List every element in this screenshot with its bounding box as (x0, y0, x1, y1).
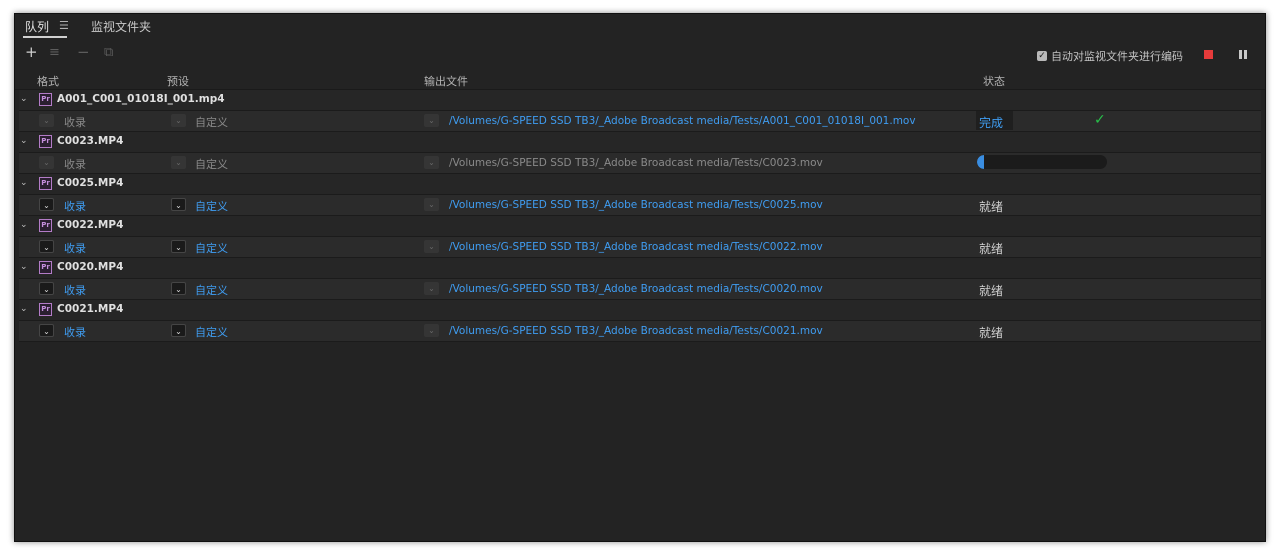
output-dropdown-icon[interactable]: ⌄ (424, 324, 439, 337)
preset-dropdown-icon[interactable]: ⌄ (171, 198, 186, 211)
output-dropdown-icon[interactable]: ⌄ (424, 156, 439, 169)
queue-panel: 队列 ☰ 监视文件夹 + ≡ − ⧉ ✓ 自动对监视文件夹进行编码 格式 预设 … (14, 13, 1266, 542)
status-label: 就绪 (979, 242, 1004, 256)
queue-toolbar: + ≡ − ⧉ ✓ 自动对监视文件夹进行编码 (15, 42, 1265, 68)
output-row[interactable]: ⌄ 收录 ⌄ 自定义 ⌄ /Volumes/G-SPEED SSD TB3/_Adobe … (19, 237, 1261, 258)
stop-queue-button[interactable] (1204, 50, 1213, 59)
source-filename: C0022.MP4 (57, 219, 124, 231)
column-header: 格式 预设 输出文件 状态 (15, 71, 1265, 90)
encoding-progress-bar (977, 155, 1107, 169)
duplicate-icon[interactable]: ⧉ (104, 45, 113, 60)
output-row[interactable]: ⌄ 收录 ⌄ 自定义 ⌄ /Volumes/G-SPEED SSD TB3/_Adobe … (19, 195, 1261, 216)
status-label: 就绪 (979, 326, 1004, 340)
output-row[interactable]: ⌄ 收录 ⌄ 自定义 ⌄ /Volumes/G-SPEED SSD TB3/_Adobe … (19, 153, 1261, 174)
format-dropdown-icon[interactable]: ⌄ (39, 324, 54, 337)
pause-queue-button[interactable] (1239, 50, 1247, 59)
premiere-file-icon: Pr (39, 303, 52, 316)
auto-encode-checkbox[interactable]: ✓ (1037, 51, 1047, 61)
tab-watch-folders[interactable]: 监视文件夹 (91, 18, 151, 35)
output-path-link[interactable]: /Volumes/G-SPEED SSD TB3/_Adobe Broadcas… (449, 325, 823, 337)
plus-icon[interactable]: + (25, 45, 38, 60)
output-dropdown-icon[interactable]: ⌄ (424, 282, 439, 295)
source-row[interactable]: ⌄ Pr C0025.MP4 (19, 174, 1261, 195)
col-format[interactable]: 格式 (37, 73, 59, 89)
progress-fill (977, 155, 984, 169)
preset-value[interactable]: 自定义 (195, 114, 228, 130)
chevron-down-icon[interactable]: ⌄ (20, 220, 28, 230)
source-filename: C0023.MP4 (57, 135, 124, 147)
output-path-link[interactable]: /Volumes/G-SPEED SSD TB3/_Adobe Broadcas… (449, 157, 823, 169)
preset-value[interactable]: 自定义 (195, 198, 228, 214)
output-row[interactable]: ⌄ 收录 ⌄ 自定义 ⌄ /Volumes/G-SPEED SSD TB3/_Adobe … (19, 111, 1261, 132)
output-path-link[interactable]: /Volumes/G-SPEED SSD TB3/_Adobe Broadcas… (449, 199, 823, 211)
output-dropdown-icon[interactable]: ⌄ (424, 114, 439, 127)
preset-value[interactable]: 自定义 (195, 282, 228, 298)
premiere-file-icon: Pr (39, 93, 52, 106)
premiere-file-icon: Pr (39, 219, 52, 232)
preset-dropdown-icon[interactable]: ⌄ (171, 240, 186, 253)
queue-list: ⌄ Pr A001_C001_01018I_001.mp4 ⌄ 收录 ⌄ 自定义 ⌄/Volu… (19, 90, 1261, 342)
format-dropdown-icon[interactable]: ⌄ (39, 114, 54, 127)
source-filename: C0021.MP4 (57, 303, 124, 315)
output-row[interactable]: ⌄ 收录 ⌄ 自定义 ⌄ /Volumes/G-SPEED SSD TB3/_Adobe … (19, 321, 1261, 342)
source-row[interactable]: ⌄ Pr A001_C001_01018I_001.mp4 (19, 90, 1261, 111)
premiere-file-icon: Pr (39, 261, 52, 274)
output-row[interactable]: ⌄ 收录 ⌄ 自定义 ⌄ /Volumes/G-SPEED SSD TB3/_Adobe … (19, 279, 1261, 300)
chevron-down-icon[interactable]: ⌄ (20, 178, 28, 188)
preset-dropdown-icon[interactable]: ⌄ (171, 156, 186, 169)
checkmark-icon: ✓ (1094, 112, 1106, 128)
minus-icon[interactable]: − (77, 45, 90, 60)
source-row[interactable]: ⌄ Pr C0023.MP4 (19, 132, 1261, 153)
output-path-link[interactable]: /Volumes/G-SPEED SSD TB3/_Adobe Broadcas… (449, 241, 823, 253)
source-filename: C0020.MP4 (57, 261, 124, 273)
format-value[interactable]: 收录 (64, 114, 86, 130)
tab-queue[interactable]: 队列 (25, 18, 49, 35)
source-filename: A001_C001_01018I_001.mp4 (57, 93, 225, 105)
format-value[interactable]: 收录 (64, 156, 86, 172)
preset-dropdown-icon[interactable]: ⌄ (171, 282, 186, 295)
output-path-link[interactable]: /Volumes/G-SPEED SSD TB3/_Adobe Broadcas… (449, 115, 916, 127)
output-dropdown-icon[interactable]: ⌄ (424, 198, 439, 211)
panel-menu-icon[interactable]: ☰ (59, 19, 69, 32)
preset-dropdown-icon[interactable]: ⌄ (171, 324, 186, 337)
active-tab-indicator (23, 36, 67, 38)
format-value[interactable]: 收录 (64, 282, 86, 298)
col-output[interactable]: 输出文件 (424, 73, 468, 89)
auto-encode-toggle[interactable]: ✓ 自动对监视文件夹进行编码 (1037, 48, 1183, 64)
format-dropdown-icon[interactable]: ⌄ (39, 198, 54, 211)
auto-encode-label: 自动对监视文件夹进行编码 (1051, 50, 1183, 63)
source-filename: C0025.MP4 (57, 177, 124, 189)
format-value[interactable]: 收录 (64, 198, 86, 214)
source-row[interactable]: ⌄ Pr C0022.MP4 (19, 216, 1261, 237)
preset-value[interactable]: 自定义 (195, 324, 228, 340)
format-value[interactable]: 收录 (64, 240, 86, 256)
output-path-link[interactable]: /Volumes/G-SPEED SSD TB3/_Adobe Broadcas… (449, 283, 823, 295)
status-label: 就绪 (979, 200, 1004, 214)
chevron-down-icon[interactable]: ⌄ (20, 94, 28, 104)
sliders-icon[interactable]: ≡ (49, 45, 60, 60)
status-label: 完成 (979, 116, 1004, 130)
format-value[interactable]: 收录 (64, 324, 86, 340)
col-status[interactable]: 状态 (983, 73, 1005, 89)
format-dropdown-icon[interactable]: ⌄ (39, 282, 54, 295)
source-row[interactable]: ⌄ Pr C0021.MP4 (19, 300, 1261, 321)
col-preset[interactable]: 预设 (167, 73, 189, 89)
output-dropdown-icon[interactable]: ⌄ (424, 240, 439, 253)
format-dropdown-icon[interactable]: ⌄ (39, 240, 54, 253)
chevron-down-icon[interactable]: ⌄ (20, 136, 28, 146)
panel-tabbar: 队列 ☰ 监视文件夹 (15, 14, 1265, 39)
preset-value[interactable]: 自定义 (195, 156, 228, 172)
preset-dropdown-icon[interactable]: ⌄ (171, 114, 186, 127)
chevron-down-icon[interactable]: ⌄ (20, 262, 28, 272)
chevron-down-icon[interactable]: ⌄ (20, 304, 28, 314)
format-dropdown-icon[interactable]: ⌄ (39, 156, 54, 169)
source-row[interactable]: ⌄ Pr C0020.MP4 (19, 258, 1261, 279)
preset-value[interactable]: 自定义 (195, 240, 228, 256)
premiere-file-icon: Pr (39, 135, 52, 148)
premiere-file-icon: Pr (39, 177, 52, 190)
status-label: 就绪 (979, 284, 1004, 298)
